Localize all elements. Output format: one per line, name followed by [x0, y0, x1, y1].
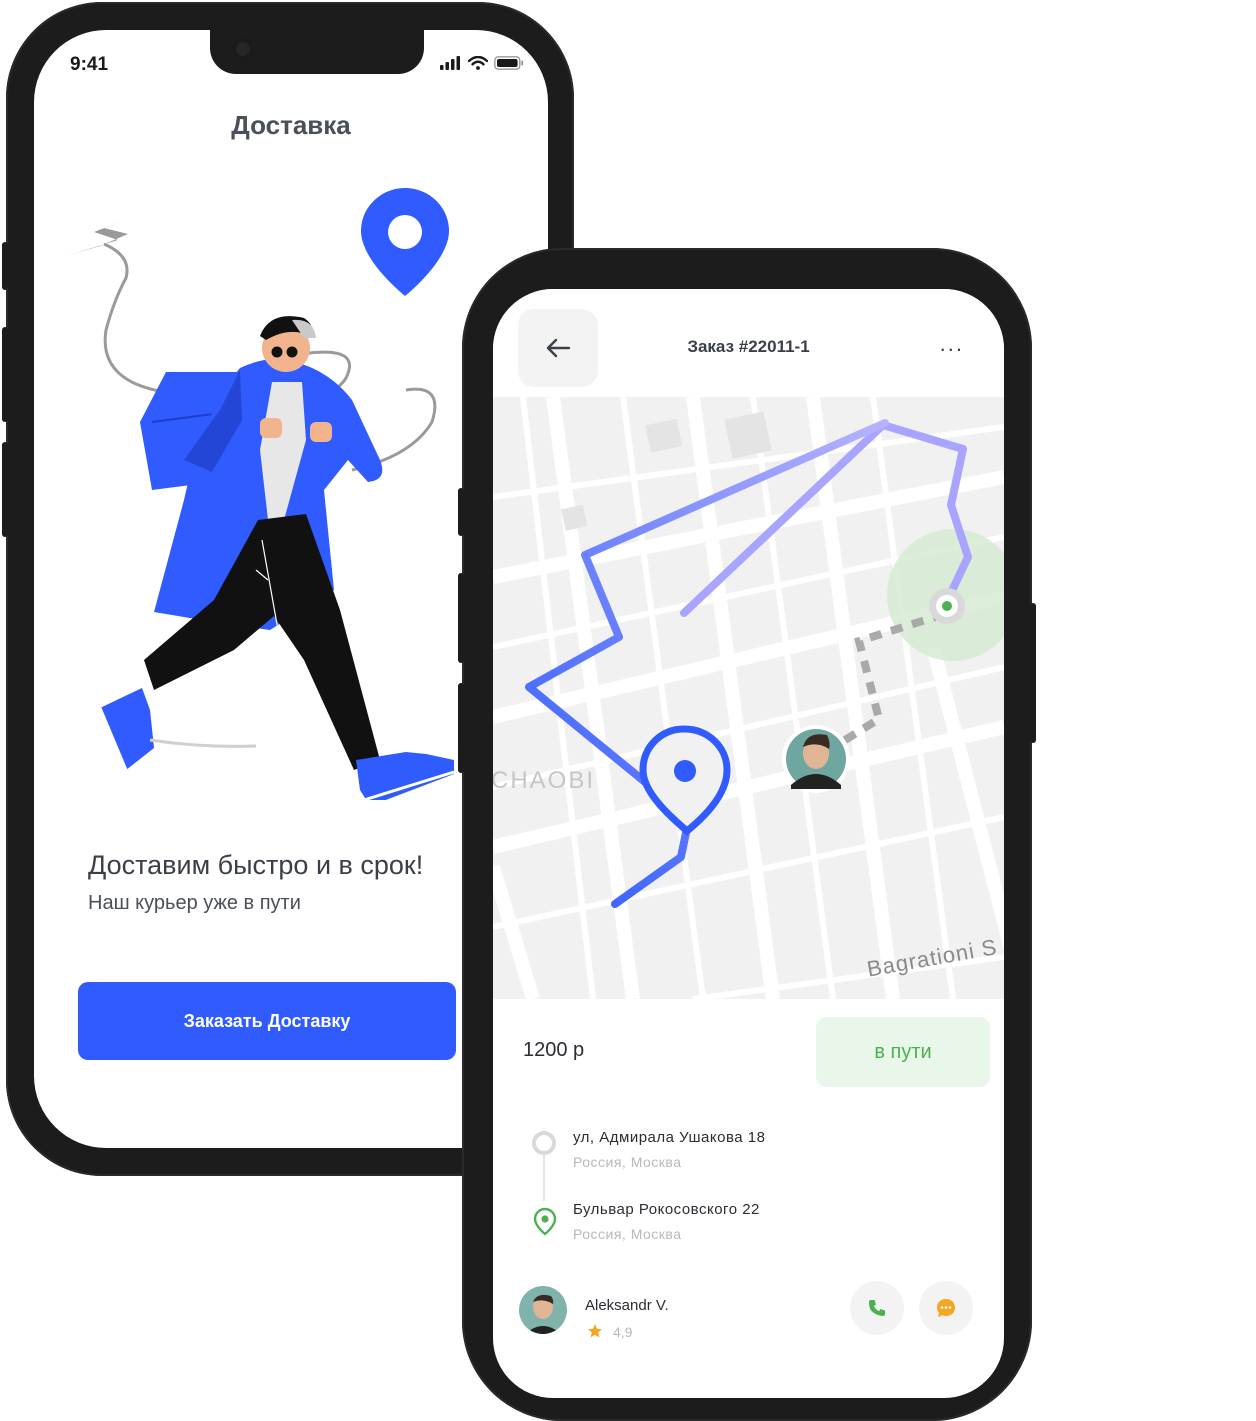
- chat-icon: [937, 1299, 955, 1317]
- status-badge: в пути: [816, 1017, 990, 1087]
- order-price: 1200 р: [523, 1039, 585, 1061]
- avatar: [782, 725, 850, 793]
- route-from-city: Россия, Москва: [573, 1154, 682, 1170]
- headline: Доставим быстро и в срок!: [88, 850, 424, 880]
- map[interactable]: CHAOBI Bagrationi S: [493, 397, 1004, 999]
- order-delivery-button[interactable]: Заказать Доставку: [78, 982, 456, 1060]
- status-icons: [440, 56, 524, 70]
- screen-right: Заказ #22011-1 ... CHAOBI Bagrationi S 1…: [493, 289, 1004, 1398]
- phone-right: Заказ #22011-1 ... CHAOBI Bagrationi S 1…: [458, 248, 1036, 1421]
- route-to-city: Россия, Москва: [573, 1226, 682, 1242]
- side-button: [458, 488, 464, 536]
- star-icon: [588, 1324, 602, 1338]
- map-canvas: [493, 397, 1004, 999]
- order-header: Заказ #22011-1 ...: [493, 289, 1004, 397]
- courier-rating: 4,9: [613, 1324, 633, 1340]
- avatar: [519, 1286, 567, 1334]
- side-button: [458, 683, 464, 773]
- wifi-icon: [468, 56, 488, 70]
- chat-button[interactable]: [919, 1281, 973, 1335]
- side-button: [2, 442, 8, 537]
- side-button: [2, 327, 8, 422]
- route-from-address: ул, Адмирала Ушакова 18: [573, 1129, 766, 1146]
- location-pin-icon: [361, 188, 449, 296]
- battery-icon: [494, 56, 524, 70]
- side-button: [2, 242, 8, 290]
- page-title: Доставка: [231, 110, 351, 140]
- side-button: [1030, 603, 1036, 743]
- courier-name: Aleksandr V.: [585, 1297, 669, 1314]
- route-connector: [532, 1131, 556, 1201]
- side-button: [458, 573, 464, 663]
- camera: [232, 38, 254, 60]
- subline: Наш курьер уже в пути: [88, 892, 301, 914]
- order-title: Заказ #22011-1: [687, 337, 810, 356]
- signal-icon: [440, 56, 460, 70]
- map-label-district: CHAOBI: [493, 767, 596, 794]
- phone-icon: [869, 1300, 885, 1316]
- call-button[interactable]: [850, 1281, 904, 1335]
- route-to-address: Бульвар Рокосовского 22: [573, 1201, 760, 1218]
- location-pin-icon: [533, 1207, 557, 1236]
- more-options-button[interactable]: ...: [940, 331, 964, 357]
- notch: [210, 30, 424, 74]
- status-time: 9:41: [70, 54, 109, 75]
